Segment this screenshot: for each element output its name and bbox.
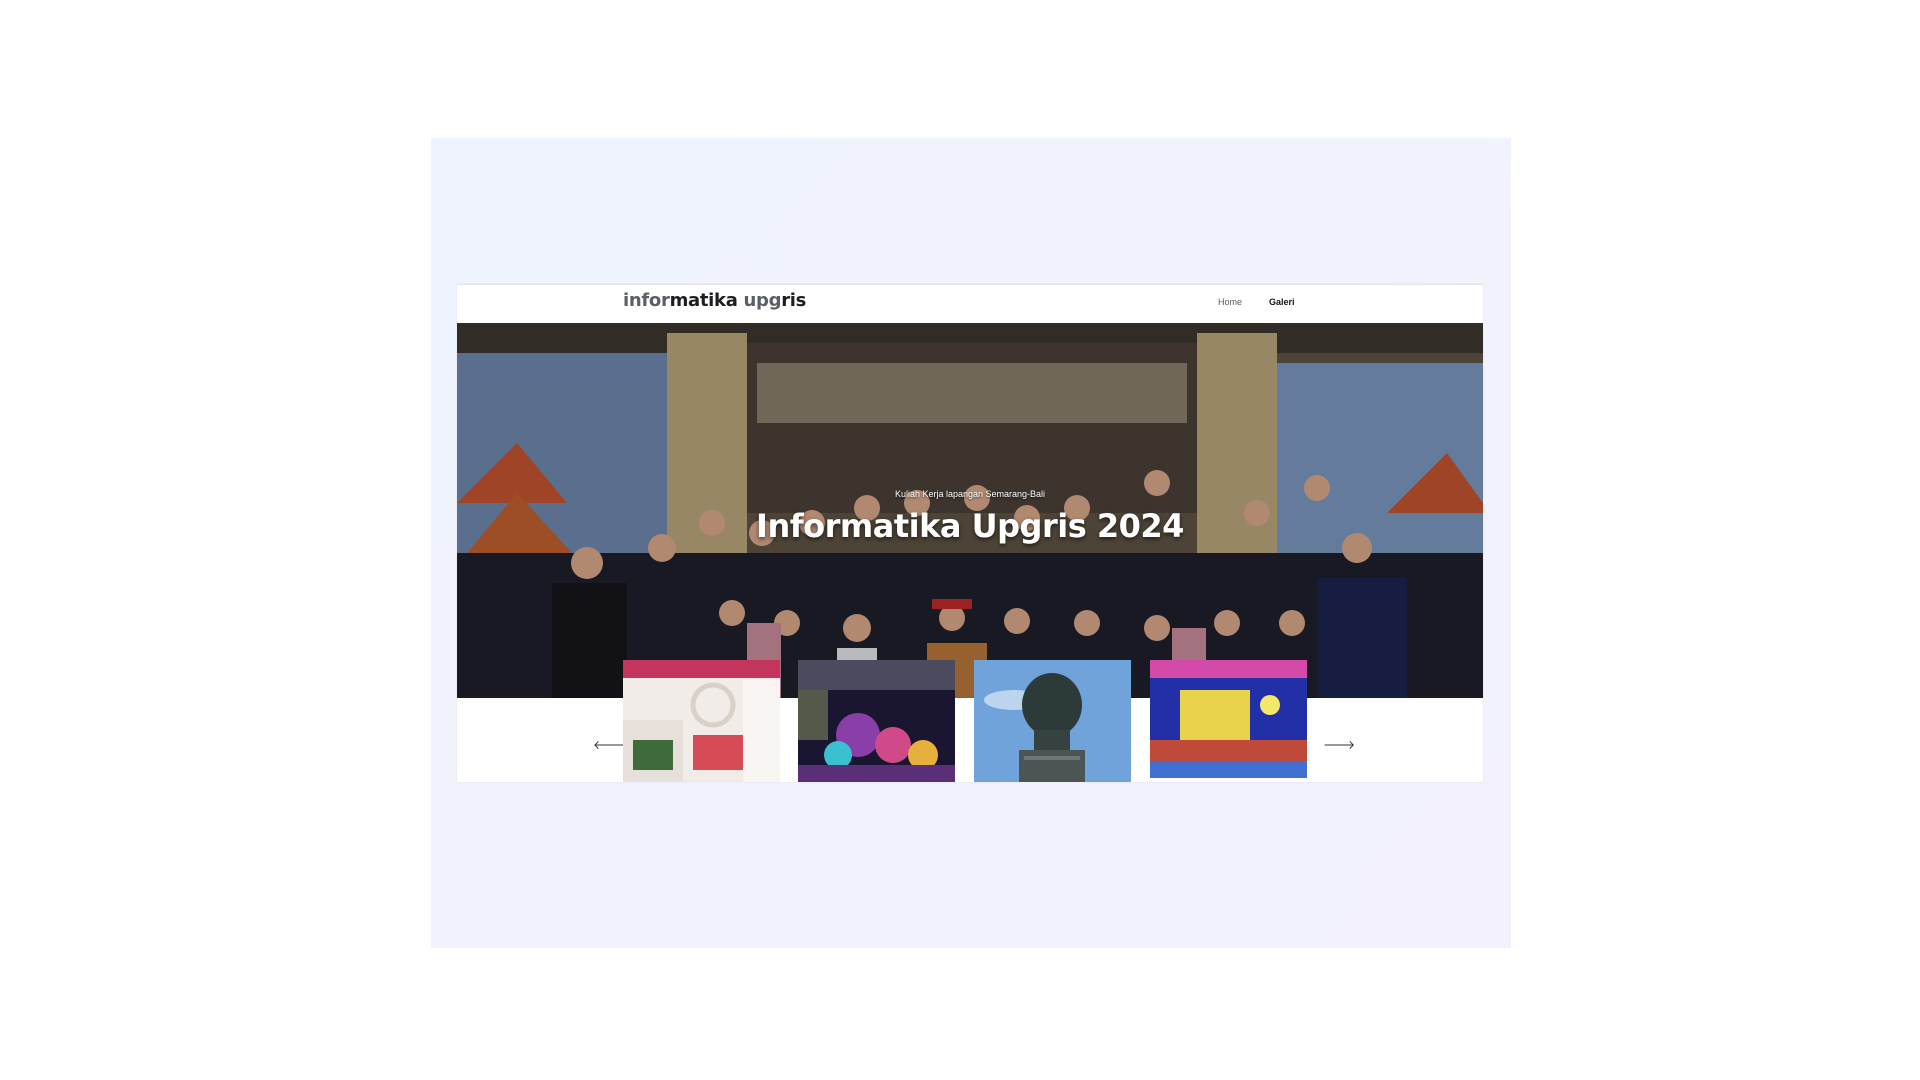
logo-part: upg <box>737 290 782 311</box>
gallery-thumbnail[interactable] <box>974 660 1131 782</box>
arrow-left-icon: 🡐 <box>593 738 626 752</box>
logo-part: matika <box>669 290 738 311</box>
logo-part: infor <box>623 290 670 311</box>
store-photo <box>623 660 780 782</box>
parade-photo <box>798 660 955 782</box>
nav-link-home[interactable]: Home <box>1218 297 1242 307</box>
carousel-next-button[interactable]: 🡒 <box>1323 738 1355 752</box>
navbar: informatika upgris Home Galeri <box>457 284 1483 324</box>
gallery-carousel: 🡐 🡒 <box>457 660 1483 782</box>
logo-part: ris <box>781 290 807 311</box>
statue-photo <box>974 660 1131 782</box>
gallery-thumbnail[interactable] <box>798 660 955 782</box>
gallery-thumbnail[interactable] <box>623 660 780 782</box>
concert-stage-photo <box>1150 660 1307 778</box>
hero-subtitle: Kuliah Kerja lapangan Semarang-Bali <box>894 489 1046 499</box>
hero-title: Informatika Upgris 2024 <box>756 507 1184 545</box>
arrow-right-icon: 🡒 <box>1323 738 1356 752</box>
hero-banner: Kuliah Kerja lapangan Semarang-Bali Info… <box>457 323 1483 698</box>
site-logo[interactable]: informatika upgris <box>623 290 806 311</box>
carousel-prev-button[interactable]: 🡐 <box>593 738 625 752</box>
gallery-thumbnail[interactable] <box>1150 660 1307 782</box>
website-window: informatika upgris Home Galeri Kuliah Ke… <box>457 284 1483 782</box>
nav-link-galeri[interactable]: Galeri <box>1269 297 1295 307</box>
